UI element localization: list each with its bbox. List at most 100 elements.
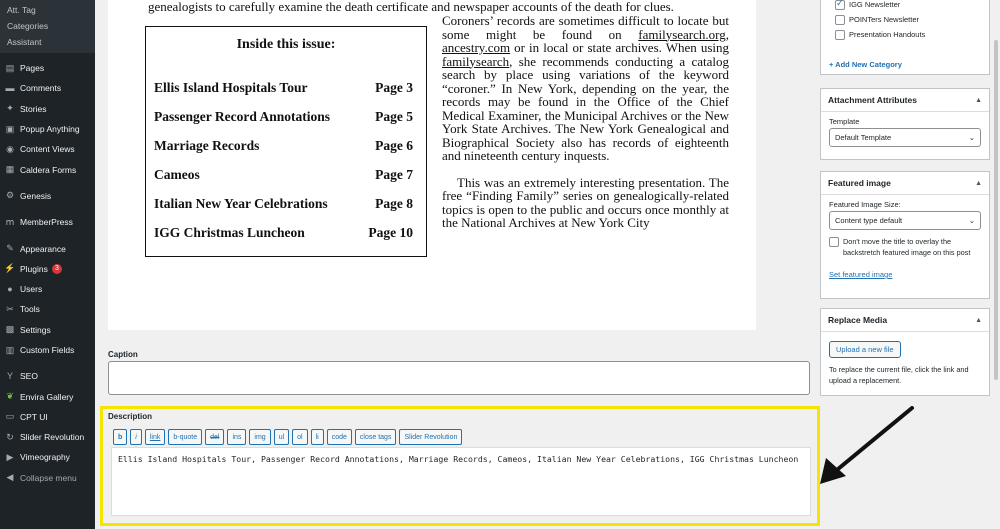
description-highlight-frame: Description b i link b-quote del ins img… [100, 406, 820, 526]
inside-row-item: Cameos [154, 167, 200, 182]
checkbox-checked-icon[interactable] [835, 0, 845, 11]
template-value: Default Template [835, 133, 892, 142]
chevron-up-icon[interactable]: ▲ [975, 97, 982, 104]
sidebar-item-label: Collapse menu [20, 472, 77, 483]
submenu-item-assistant[interactable]: Assistant [0, 34, 95, 50]
vimeo-icon: ▶ [6, 451, 14, 462]
chevron-up-icon[interactable]: ▲ [975, 317, 982, 324]
qt-close-tags-button[interactable]: close tags [354, 429, 397, 445]
qt-ul-button[interactable]: ul [273, 429, 290, 445]
category-item[interactable]: POINTers Newsletter [835, 15, 989, 26]
sidebar-item-memberpress[interactable]: ⅿ MemberPress [0, 212, 95, 232]
category-item[interactable]: Presentation Handouts [835, 30, 989, 41]
inside-row-item: IGG Christmas Luncheon [154, 225, 305, 240]
submenu-item-categories[interactable]: Categories [0, 18, 95, 34]
qt-bold-button[interactable]: b [113, 429, 128, 445]
qt-del-button[interactable]: del [205, 429, 225, 445]
document-right-column: Coroners’ records are sometimes difficul… [442, 14, 729, 230]
category-item[interactable]: IGG Newsletter [835, 0, 989, 11]
featured-image-header[interactable]: Featured image ▲ [821, 172, 989, 195]
sidebar-item-label: Plugins [20, 263, 48, 274]
sidebar-item-custom-fields[interactable]: ▥ Custom Fields [0, 340, 95, 360]
scrollbar[interactable] [994, 40, 998, 380]
sidebar-item-seo[interactable]: Y SEO [0, 366, 95, 386]
featured-size-select[interactable]: Content type default ⌄ [829, 211, 981, 230]
users-icon: ● [7, 284, 13, 295]
qt-link-button[interactable]: link [144, 429, 166, 445]
panel-title: Replace Media [828, 315, 888, 325]
sidebar-item-label: Pages [20, 63, 45, 74]
panel-title: Attachment Attributes [828, 95, 917, 105]
sidebar-item-label: Stories [20, 103, 47, 114]
inside-row: Italian New Year Celebrations Page 8 [146, 196, 426, 212]
sidebar-item-genesis[interactable]: ⚙ Genesis [0, 186, 95, 206]
sidebar-item-vimeography[interactable]: ▶ Vimeography [0, 447, 95, 467]
sidebar-item-stories[interactable]: ✦ Stories [0, 99, 95, 119]
replace-media-header[interactable]: Replace Media ▲ [821, 309, 989, 332]
qt-ol-button[interactable]: ol [292, 429, 308, 445]
pages-icon: ▤ [5, 62, 15, 73]
featured-size-value: Content type default [835, 216, 903, 225]
seo-icon: Y [6, 371, 13, 382]
upload-new-file-button[interactable]: Upload a new file [829, 341, 901, 358]
qt-ins-button[interactable]: ins [227, 429, 247, 445]
submenu-item-att-tag[interactable]: Att. Tag [0, 2, 95, 18]
sidebar-item-content-views[interactable]: ◉ Content Views [0, 139, 95, 159]
plugins-update-badge: 3 [51, 263, 62, 274]
collapse-icon: ◀ [6, 472, 14, 483]
qt-italic-button[interactable]: i [130, 429, 142, 445]
inside-row-page: Page 5 [375, 109, 413, 124]
qt-li-button[interactable]: li [310, 429, 324, 445]
sidebar-item-appearance[interactable]: ✎ Appearance [0, 238, 95, 258]
qt-img-button[interactable]: img [249, 429, 271, 445]
tools-icon: ✂ [6, 303, 14, 314]
sidebar-item-label: Envira Gallery [20, 391, 74, 402]
sidebar-item-cpt-ui[interactable]: ▭ CPT UI [0, 407, 95, 427]
checkbox-icon[interactable] [835, 15, 845, 26]
sidebar-item-caldera-forms[interactable]: ▦ Caldera Forms [0, 159, 95, 179]
caption-label: Caption [108, 350, 138, 359]
featured-size-label: Featured Image Size: [829, 200, 901, 209]
sidebar-item-tools[interactable]: ✂ Tools [0, 299, 95, 319]
chevron-up-icon[interactable]: ▲ [975, 180, 982, 187]
chevron-down-icon: ⌄ [968, 133, 975, 142]
sidebar-item-users[interactable]: ● Users [0, 279, 95, 299]
content-views-icon: ◉ [6, 143, 14, 154]
plugins-icon: ⚡ [4, 263, 16, 274]
category-label: POINTers Newsletter [849, 15, 920, 25]
backstretch-option[interactable]: Don't move the title to overlay the back… [829, 236, 981, 258]
sidebar-item-label: SEO [20, 371, 38, 382]
sidebar-item-label: CPT UI [20, 411, 48, 422]
caldera-icon: ▦ [5, 164, 15, 175]
description-textarea[interactable]: Ellis Island Hospitals Tour, Passenger R… [111, 447, 811, 516]
add-new-category-link[interactable]: + Add New Category [829, 60, 902, 69]
sidebar-item-settings[interactable]: ▩ Settings [0, 320, 95, 340]
inside-row-item: Ellis Island Hospitals Tour [154, 80, 308, 95]
appearance-icon: ✎ [6, 243, 14, 254]
qt-slider-revolution-button[interactable]: Slider Revolution [399, 429, 463, 445]
inside-title: Inside this issue: [236, 37, 336, 52]
attachment-attributes-header[interactable]: Attachment Attributes ▲ [821, 89, 989, 112]
sidebar-item-pages[interactable]: ▤ Pages [0, 58, 95, 78]
set-featured-image-link[interactable]: Set featured image [829, 270, 892, 279]
caption-textarea[interactable] [108, 361, 810, 395]
sidebar-item-popup-anything[interactable]: ▣ Popup Anything [0, 119, 95, 139]
inside-this-issue-box: Inside this issue: Ellis Island Hospital… [145, 26, 427, 257]
inside-row: Marriage Records Page 6 [146, 138, 426, 154]
sidebar-item-envira-gallery[interactable]: ❦ Envira Gallery [0, 386, 95, 406]
checkbox-icon[interactable] [829, 237, 839, 247]
qt-code-button[interactable]: code [326, 429, 352, 445]
document-paragraph-2: This was an extremely interesting presen… [442, 174, 729, 230]
sidebar-item-slider-revolution[interactable]: ↻ Slider Revolution [0, 427, 95, 447]
inside-row-item: Marriage Records [154, 138, 260, 153]
checkbox-icon[interactable] [835, 30, 845, 41]
cpt-icon: ▭ [5, 411, 15, 422]
template-select[interactable]: Default Template ⌄ [829, 128, 981, 147]
featured-image-panel: Featured image ▲ Featured Image Size: Con… [820, 171, 990, 299]
inside-row-page: Page 8 [375, 196, 413, 211]
qt-blockquote-button[interactable]: b-quote [168, 429, 203, 445]
collapse-menu-button[interactable]: ◀ Collapse menu [0, 468, 95, 488]
sidebar-item-comments[interactable]: ▬ Comments [0, 78, 95, 98]
attachment-attributes-panel: Attachment Attributes ▲ Template Default … [820, 88, 990, 160]
sidebar-item-plugins[interactable]: ⚡ Plugins 3 [0, 259, 95, 279]
